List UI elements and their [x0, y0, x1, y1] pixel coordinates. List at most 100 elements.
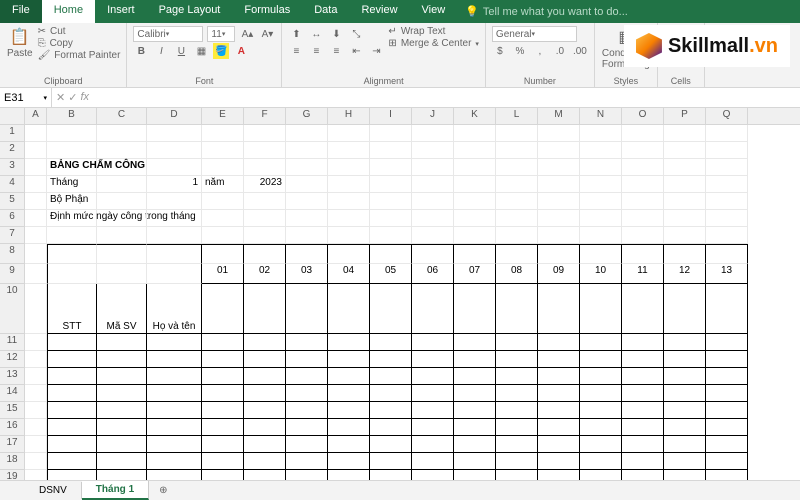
cell[interactable] — [580, 334, 622, 351]
cell[interactable]: 04 — [328, 264, 370, 284]
cell[interactable] — [706, 284, 748, 334]
col-header[interactable]: G — [286, 108, 328, 124]
cell[interactable] — [580, 227, 622, 244]
cell[interactable] — [286, 142, 328, 159]
row-header[interactable]: 6 — [0, 210, 24, 227]
cell[interactable] — [496, 453, 538, 470]
increase-decimal-icon[interactable]: .0 — [552, 43, 568, 59]
cell[interactable] — [370, 385, 412, 402]
cell[interactable] — [244, 368, 286, 385]
cell[interactable] — [202, 244, 244, 264]
wrap-text-button[interactable]: ↵Wrap Text — [388, 26, 479, 37]
row-header[interactable]: 11 — [0, 334, 24, 351]
cell[interactable]: 01 — [202, 264, 244, 284]
cell[interactable] — [454, 227, 496, 244]
cell[interactable] — [580, 385, 622, 402]
cell[interactable] — [328, 470, 370, 480]
copy-button[interactable]: ⎘Copy — [38, 38, 121, 49]
cell[interactable] — [622, 125, 664, 142]
cell[interactable] — [147, 385, 202, 402]
cell[interactable] — [412, 419, 454, 436]
cell[interactable] — [202, 368, 244, 385]
cell[interactable]: Tháng — [47, 176, 97, 193]
cell[interactable] — [370, 142, 412, 159]
cell[interactable] — [496, 419, 538, 436]
cell[interactable] — [412, 176, 454, 193]
cell[interactable] — [580, 436, 622, 453]
cell[interactable] — [622, 368, 664, 385]
cell[interactable]: 02 — [244, 264, 286, 284]
cell[interactable] — [706, 453, 748, 470]
cell[interactable] — [538, 284, 580, 334]
cell[interactable] — [706, 436, 748, 453]
cell[interactable] — [328, 176, 370, 193]
cell[interactable] — [328, 351, 370, 368]
cell[interactable] — [47, 470, 97, 480]
cell[interactable] — [538, 176, 580, 193]
cell[interactable] — [286, 436, 328, 453]
cell[interactable] — [47, 142, 97, 159]
cell[interactable] — [664, 159, 706, 176]
cell[interactable] — [706, 334, 748, 351]
cell[interactable] — [412, 385, 454, 402]
cell[interactable] — [496, 436, 538, 453]
cell[interactable] — [147, 125, 202, 142]
cell[interactable] — [244, 193, 286, 210]
cell[interactable] — [244, 385, 286, 402]
cell[interactable]: 13 — [706, 264, 748, 284]
cell[interactable] — [97, 176, 147, 193]
cell[interactable] — [538, 453, 580, 470]
cell[interactable] — [286, 402, 328, 419]
align-bottom-icon[interactable]: ⬇ — [328, 26, 344, 42]
cell[interactable] — [622, 142, 664, 159]
increase-indent-icon[interactable]: ⇥ — [368, 43, 384, 59]
cell[interactable] — [454, 125, 496, 142]
cell[interactable] — [147, 142, 202, 159]
cell[interactable] — [580, 159, 622, 176]
row-header[interactable]: 17 — [0, 436, 24, 453]
cell[interactable] — [454, 334, 496, 351]
cell[interactable] — [412, 193, 454, 210]
cell[interactable] — [580, 453, 622, 470]
cell[interactable] — [496, 227, 538, 244]
cell[interactable] — [370, 193, 412, 210]
cell[interactable]: 05 — [370, 264, 412, 284]
cell[interactable] — [25, 385, 47, 402]
cell[interactable] — [97, 436, 147, 453]
cell[interactable] — [147, 193, 202, 210]
cell[interactable] — [202, 351, 244, 368]
cell[interactable] — [664, 402, 706, 419]
cell[interactable] — [496, 368, 538, 385]
tab-review[interactable]: Review — [349, 0, 409, 23]
cell[interactable] — [370, 419, 412, 436]
cell[interactable] — [370, 176, 412, 193]
cell[interactable] — [286, 284, 328, 334]
cell[interactable] — [328, 227, 370, 244]
add-sheet-button[interactable]: ⊕ — [149, 482, 177, 499]
cell[interactable] — [496, 385, 538, 402]
cell[interactable] — [370, 453, 412, 470]
cell[interactable] — [538, 351, 580, 368]
cell[interactable] — [25, 470, 47, 480]
enter-icon[interactable]: ✓ — [68, 91, 77, 104]
font-face-select[interactable]: Calibri▾ — [133, 26, 203, 42]
row-header[interactable]: 18 — [0, 453, 24, 470]
cell[interactable] — [664, 125, 706, 142]
cell[interactable] — [202, 227, 244, 244]
cell[interactable] — [244, 142, 286, 159]
decrease-indent-icon[interactable]: ⇤ — [348, 43, 364, 59]
tab-page-layout[interactable]: Page Layout — [147, 0, 233, 23]
cell[interactable] — [25, 351, 47, 368]
cell[interactable] — [496, 284, 538, 334]
cell[interactable] — [622, 210, 664, 227]
cell[interactable] — [412, 244, 454, 264]
row-header[interactable]: 8 — [0, 244, 24, 264]
cell[interactable] — [664, 176, 706, 193]
cell[interactable]: 11 — [622, 264, 664, 284]
cancel-icon[interactable]: ✕ — [56, 91, 65, 104]
cell[interactable] — [25, 264, 47, 284]
cell[interactable] — [622, 453, 664, 470]
tab-insert[interactable]: Insert — [95, 0, 147, 23]
cell[interactable] — [47, 351, 97, 368]
cell[interactable] — [370, 244, 412, 264]
